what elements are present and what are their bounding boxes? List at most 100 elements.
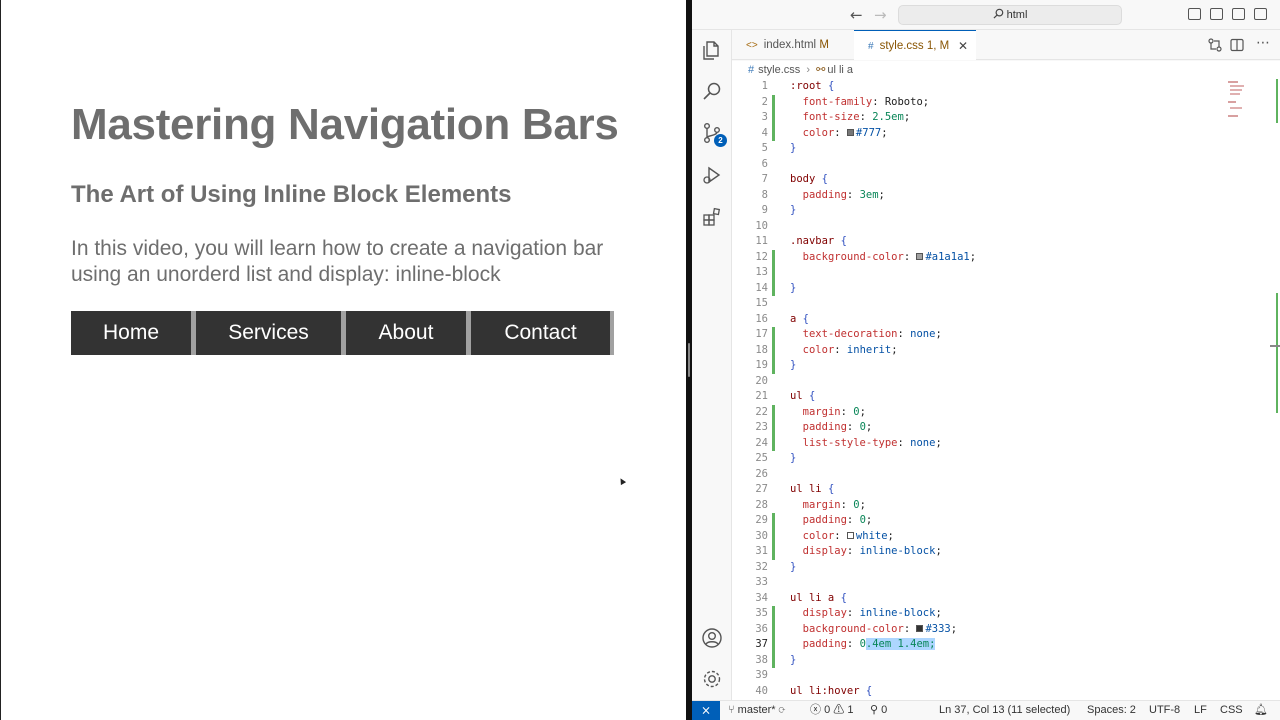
- split-editor-icon[interactable]: [1230, 38, 1244, 52]
- problems-indicator[interactable]: ⓧ 0 ⚠ 1: [810, 701, 853, 720]
- code-line[interactable]: 5}: [732, 141, 1262, 157]
- code-line[interactable]: 3 font-size: 2.5em;: [732, 110, 1262, 126]
- code-line[interactable]: 11 .navbar {: [732, 234, 1262, 250]
- code-line[interactable]: 1:root {: [732, 79, 1262, 95]
- code-line[interactable]: 22 margin: 0;: [732, 404, 1262, 420]
- tab-style-css[interactable]: # style.css 1, M ✕: [854, 30, 976, 60]
- close-tab-icon[interactable]: ✕: [958, 31, 968, 61]
- search-icon[interactable]: [701, 80, 723, 102]
- code-line[interactable]: 40 ul li:hover {: [732, 684, 1262, 700]
- code-line[interactable]: 27 ul li {: [732, 482, 1262, 498]
- gutter-change-marker[interactable]: [772, 606, 775, 622]
- code-line[interactable]: 2 font-family: Roboto;: [732, 94, 1262, 110]
- toggle-panel-icon[interactable]: [1210, 8, 1223, 20]
- language-mode[interactable]: CSS: [1220, 701, 1243, 720]
- divider-grip[interactable]: [688, 343, 690, 377]
- breadcrumb-symbol[interactable]: ul li a: [827, 64, 853, 76]
- code-line[interactable]: 13: [732, 265, 1262, 281]
- remote-indicator-icon[interactable]: ⨯: [692, 701, 720, 720]
- notifications-bell-icon[interactable]: 🔔︎: [1254, 701, 1268, 720]
- code-line[interactable]: 19}: [732, 358, 1262, 374]
- code-line[interactable]: 15: [732, 296, 1262, 312]
- account-icon[interactable]: [701, 627, 723, 649]
- gutter-change-marker[interactable]: [772, 435, 775, 451]
- gutter-change-marker[interactable]: [772, 652, 775, 668]
- code-line[interactable]: 4 color: #777;: [732, 125, 1262, 141]
- code-line[interactable]: 17 text-decoration: none;: [732, 327, 1262, 343]
- nav-link-about[interactable]: About: [346, 311, 466, 355]
- code-line[interactable]: 23 padding: 0;: [732, 420, 1262, 436]
- run-debug-icon[interactable]: [701, 164, 723, 186]
- gutter-change-marker[interactable]: [772, 327, 775, 343]
- gutter-change-marker[interactable]: [772, 420, 775, 436]
- nav-link-services[interactable]: Services: [196, 311, 341, 355]
- code-line[interactable]: 10: [732, 219, 1262, 235]
- code-text: padding: 0;: [802, 421, 873, 433]
- code-line[interactable]: 29 padding: 0;: [732, 513, 1262, 529]
- breadcrumb-file[interactable]: style.css: [758, 64, 800, 76]
- code-line[interactable]: 31 display: inline-block;: [732, 544, 1262, 560]
- vertical-scrollbar[interactable]: [1270, 79, 1280, 700]
- gutter-change-marker[interactable]: [772, 249, 775, 265]
- extensions-icon[interactable]: [701, 206, 723, 228]
- gutter-change-marker[interactable]: [772, 125, 775, 141]
- code-line[interactable]: 14}: [732, 280, 1262, 296]
- nav-link-home[interactable]: Home: [71, 311, 191, 355]
- source-control-button[interactable]: 2: [701, 122, 727, 147]
- more-actions-icon[interactable]: ⋯: [1256, 35, 1270, 51]
- code-line[interactable]: 35 display: inline-block;: [732, 606, 1262, 622]
- indentation-setting[interactable]: Spaces: 2: [1087, 701, 1136, 720]
- gutter-change-marker[interactable]: [772, 621, 775, 637]
- code-editor[interactable]: 1:root {2 font-family: Roboto; 3 font-siz…: [732, 79, 1280, 700]
- code-line[interactable]: 7 body {: [732, 172, 1262, 188]
- code-text: body {: [790, 173, 828, 185]
- code-line[interactable]: 21 ul {: [732, 389, 1262, 405]
- customize-layout-icon[interactable]: [1254, 8, 1267, 20]
- code-line[interactable]: 32}: [732, 560, 1262, 576]
- branch-indicator[interactable]: ⑂ master* ⟳: [728, 701, 785, 720]
- nav-link-contact[interactable]: Contact: [471, 311, 610, 355]
- code-line[interactable]: 16 a {: [732, 312, 1262, 328]
- gutter-change-marker[interactable]: [772, 637, 775, 653]
- code-line[interactable]: 38}: [732, 652, 1262, 668]
- gutter-change-marker[interactable]: [772, 280, 775, 296]
- encoding-setting[interactable]: UTF-8: [1149, 701, 1180, 720]
- settings-gear-icon[interactable]: [701, 668, 723, 690]
- gutter-change-marker[interactable]: [772, 544, 775, 560]
- gutter-change-marker[interactable]: [772, 513, 775, 529]
- code-line[interactable]: 18 color: inherit;: [732, 342, 1262, 358]
- code-line[interactable]: 12 background-color: #a1a1a1;: [732, 249, 1262, 265]
- explorer-icon[interactable]: [701, 39, 723, 61]
- code-line[interactable]: 34 ul li a {: [732, 591, 1262, 607]
- toggle-sidebar-icon[interactable]: [1188, 8, 1201, 20]
- compare-changes-icon[interactable]: [1208, 38, 1222, 52]
- code-line[interactable]: 30 color: white;: [732, 528, 1262, 544]
- arrow-left-icon[interactable]: ←: [850, 6, 863, 24]
- code-line[interactable]: 8 padding: 3em;: [732, 188, 1262, 204]
- code-line[interactable]: 24 list-style-type: none;: [732, 435, 1262, 451]
- cursor-position[interactable]: Ln 37, Col 13 (11 selected): [939, 701, 1070, 720]
- gutter-change-marker[interactable]: [772, 110, 775, 126]
- gutter-change-marker[interactable]: [772, 265, 775, 281]
- code-line[interactable]: 26: [732, 467, 1262, 483]
- code-line[interactable]: 36 background-color: #333;: [732, 621, 1262, 637]
- code-line[interactable]: 39: [732, 668, 1262, 684]
- code-line[interactable]: 33: [732, 575, 1262, 591]
- gutter-change-marker[interactable]: [772, 528, 775, 544]
- code-line[interactable]: 25}: [732, 451, 1262, 467]
- command-center-search[interactable]: html: [898, 5, 1122, 25]
- toggle-secondary-sidebar-icon[interactable]: [1232, 8, 1245, 20]
- eol-setting[interactable]: LF: [1194, 701, 1207, 720]
- gutter-change-marker[interactable]: [772, 342, 775, 358]
- gutter-change-marker[interactable]: [772, 94, 775, 110]
- code-line[interactable]: 9}: [732, 203, 1262, 219]
- code-line[interactable]: 28 margin: 0;: [732, 498, 1262, 514]
- ports-indicator[interactable]: ⚲ 0: [870, 701, 887, 720]
- gutter-change-marker[interactable]: [772, 404, 775, 420]
- gutter-change-marker[interactable]: [772, 358, 775, 374]
- tab-index-html[interactable]: <> index.html M: [732, 30, 852, 60]
- code-line[interactable]: 6: [732, 157, 1262, 173]
- arrow-right-icon[interactable]: →: [874, 6, 887, 24]
- code-line[interactable]: 37 padding: 0.4em 1.4em;: [732, 637, 1262, 653]
- code-line[interactable]: 20: [732, 374, 1262, 390]
